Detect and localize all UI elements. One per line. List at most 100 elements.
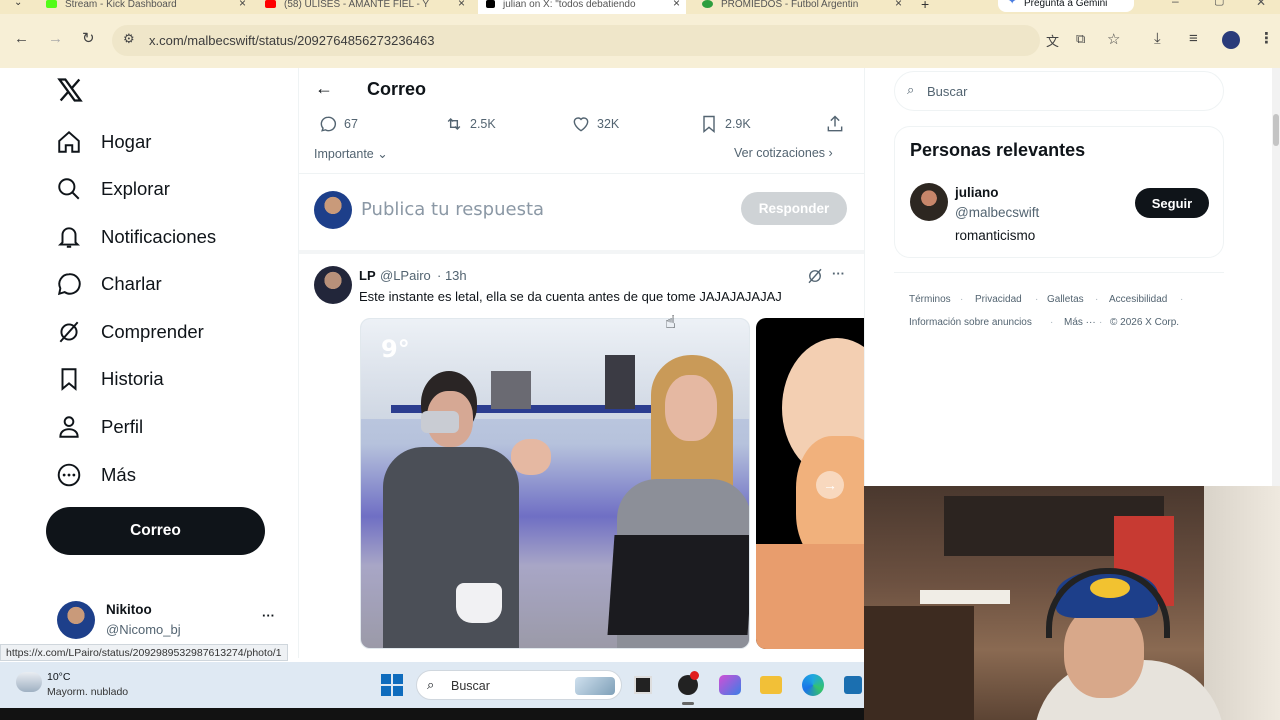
post-avatar[interactable] xyxy=(314,266,352,304)
grok-icon[interactable] xyxy=(806,267,824,285)
footer-more-link[interactable]: Más ··· xyxy=(1064,317,1096,328)
obs-icon[interactable] xyxy=(678,671,699,695)
nav-item-home[interactable]: Hogar xyxy=(56,127,151,157)
nav-label: Comprender xyxy=(101,321,204,342)
new-tab-button[interactable]: + xyxy=(921,0,929,12)
tab-search-chevron-icon[interactable]: ⌄ xyxy=(14,0,22,8)
search-input[interactable]: Buscar xyxy=(927,84,967,99)
relevant-handle[interactable]: @malbecswift xyxy=(955,205,1039,220)
profile-avatar[interactable] xyxy=(1222,31,1240,49)
weather-cloud-icon[interactable] xyxy=(16,672,42,692)
close-window-icon[interactable]: ✕ xyxy=(1256,0,1266,9)
minimize-icon[interactable]: – xyxy=(1172,0,1179,8)
importante-label: Importante xyxy=(314,147,374,161)
chrome-menu-icon[interactable]: ⋮ xyxy=(1259,29,1274,47)
footer-ads-info-link[interactable]: Información sobre anuncios xyxy=(909,317,1032,328)
weather-temp[interactable]: 10°C xyxy=(47,671,70,683)
bookmark-count-value: 2.9K xyxy=(725,117,751,131)
importante-dropdown[interactable]: Importante ⌄ xyxy=(314,146,388,161)
nav-item-more[interactable]: Más xyxy=(56,460,136,490)
account-switcher[interactable]: Nikitoo @Nicomo_bj ··· xyxy=(46,594,286,642)
nav-item-notifications[interactable]: Notificaciones xyxy=(56,222,216,252)
windows-start-icon[interactable] xyxy=(381,674,403,696)
reply-button[interactable]: Responder xyxy=(741,192,847,225)
reply-input[interactable]: Publica tu respuesta xyxy=(361,199,544,220)
footer-accessibility-link[interactable]: Accesibilidad xyxy=(1109,294,1167,305)
column-divider xyxy=(298,68,299,658)
relevant-avatar[interactable] xyxy=(910,183,948,221)
more-dots-icon[interactable]: ··· xyxy=(262,608,275,623)
scrollbar[interactable] xyxy=(1272,68,1280,486)
gemini-button[interactable]: ✦ Pregunta a Gemini xyxy=(998,0,1134,12)
post-media-image-1[interactable]: 9° xyxy=(360,318,750,649)
reply-count[interactable]: 67 xyxy=(318,114,358,134)
repost-count[interactable]: 2.5K xyxy=(444,114,496,134)
store-icon[interactable] xyxy=(844,676,862,694)
chevron-right-icon: › xyxy=(825,146,833,160)
windows-taskbar: 10°C Mayorm. nublado ⌕ Buscar xyxy=(0,662,864,708)
forward-icon[interactable]: → xyxy=(48,30,63,47)
media-control-icon[interactable]: ≡ xyxy=(1189,30,1198,47)
back-arrow-icon[interactable]: ← xyxy=(315,78,333,99)
nav-item-chat[interactable]: Charlar xyxy=(56,269,162,299)
close-tab-icon[interactable]: × xyxy=(673,0,680,9)
tab-strip: ⌄ Stream - Kick Dashboard × (58) ULISES -… xyxy=(0,0,1280,14)
task-view-icon[interactable] xyxy=(634,676,652,694)
post-author-handle[interactable]: @LPairo xyxy=(380,268,431,283)
nav-item-explore[interactable]: Explorar xyxy=(56,174,170,204)
nav-item-profile[interactable]: Perfil xyxy=(56,412,143,442)
weather-desc[interactable]: Mayorm. nublado xyxy=(47,686,128,698)
ver-cotizaciones-link[interactable]: Ver cotizaciones › xyxy=(734,146,833,160)
follow-button[interactable]: Seguir xyxy=(1135,188,1209,218)
like-count[interactable]: 32K xyxy=(571,114,619,134)
footer-privacy-link[interactable]: Privacidad xyxy=(975,294,1022,305)
post-more-icon[interactable]: ··· xyxy=(832,266,845,281)
post-media-image-2[interactable]: → xyxy=(756,318,864,649)
post-button[interactable]: Correo xyxy=(46,507,265,555)
download-icon[interactable]: ⤓ xyxy=(1154,30,1161,47)
nav-item-bookmarks[interactable]: Historia xyxy=(56,364,164,394)
mug xyxy=(421,411,459,433)
relevant-people-panel: Personas relevantes juliano @malbecswift… xyxy=(894,126,1224,258)
taskbar-search-label: Buscar xyxy=(451,679,490,693)
link-preview-status: https://x.com/LPairo/status/209298953298… xyxy=(0,644,288,661)
footer-cookies-link[interactable]: Galletas xyxy=(1047,294,1084,305)
avatar xyxy=(57,601,95,639)
close-tab-icon[interactable]: × xyxy=(458,0,465,9)
translate-icon[interactable]: 文 xyxy=(1046,31,1059,50)
back-icon[interactable]: ← xyxy=(14,30,29,47)
close-tab-icon[interactable]: × xyxy=(239,0,246,9)
channel-logo: 9° xyxy=(381,335,410,363)
site-info-icon[interactable]: ⚙ xyxy=(123,31,135,47)
post-author-name[interactable]: LP xyxy=(359,268,376,283)
tab-title: PROMIEDOS - Futbol Argentin xyxy=(721,0,859,10)
nav-item-grok[interactable]: Comprender xyxy=(56,317,204,347)
close-tab-icon[interactable]: × xyxy=(895,0,902,9)
browser-tab-youtube[interactable]: (58) ULISES - AMANTE FIEL - Y × xyxy=(265,0,465,14)
file-explorer-icon[interactable] xyxy=(760,676,782,694)
my-avatar xyxy=(314,191,352,229)
address-bar[interactable]: ⚙ x.com/malbecswift/status/2092764856273… xyxy=(112,25,1120,56)
x-logo-icon[interactable] xyxy=(56,76,84,104)
promiedos-favicon-icon xyxy=(702,0,713,8)
share-icon[interactable] xyxy=(825,114,845,134)
browser-tab-x[interactable]: julian on X: "todos debatiendo × xyxy=(478,0,686,14)
post-time[interactable]: · 13h xyxy=(437,268,467,283)
bookmark-star-icon[interactable]: ☆ xyxy=(1107,30,1120,48)
search-box[interactable]: ⌕ Buscar xyxy=(894,71,1224,111)
next-image-arrow-icon[interactable]: → xyxy=(816,471,844,499)
relevant-name[interactable]: juliano xyxy=(955,185,999,200)
taskbar-search[interactable]: ⌕ Buscar xyxy=(416,670,622,700)
scrollbar-thumb[interactable] xyxy=(1273,114,1279,146)
capcut-icon[interactable] xyxy=(719,675,741,695)
browser-tab-kick[interactable]: Stream - Kick Dashboard × xyxy=(46,0,246,14)
maximize-icon[interactable]: ▢ xyxy=(1214,0,1224,7)
cast-icon[interactable]: ⧉ xyxy=(1076,31,1085,47)
account-name: Nikitoo xyxy=(106,602,152,617)
edge-icon[interactable] xyxy=(802,674,824,696)
browser-tab-promiedos[interactable]: PROMIEDOS - Futbol Argentin × xyxy=(702,0,902,14)
bookmark-count[interactable]: 2.9K xyxy=(699,114,751,134)
reload-icon[interactable]: ↻ xyxy=(82,29,95,47)
footer-terms-link[interactable]: Términos xyxy=(909,294,951,305)
divider xyxy=(894,272,1224,273)
